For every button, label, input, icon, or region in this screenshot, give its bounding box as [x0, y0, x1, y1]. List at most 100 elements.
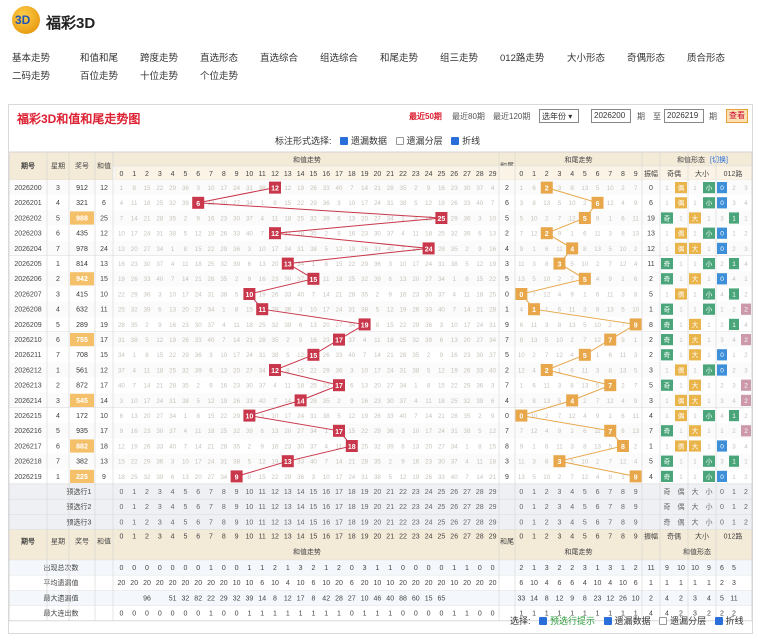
missing-value: 5 — [558, 200, 562, 207]
tail-cell: 3 — [505, 459, 509, 466]
stats-cell: 2 — [679, 595, 683, 602]
missing-value: 35 — [464, 413, 471, 420]
nav-link[interactable]: 质合形态 — [687, 50, 725, 64]
route-value: 0 — [720, 200, 724, 207]
nav-link[interactable]: 十位走势 — [140, 68, 178, 82]
missing-value: 5 — [596, 185, 600, 192]
missing-value: 7 — [222, 337, 226, 344]
query-button[interactable]: 查看 — [726, 109, 748, 123]
sum-col-label: 25 — [438, 171, 446, 178]
missing-value: 33 — [297, 459, 304, 466]
nav-link[interactable]: 组三走势 — [440, 50, 478, 64]
missing-value: 30 — [425, 291, 432, 298]
missing-data-checkbox[interactable] — [340, 137, 349, 145]
preselect-cell: 1 — [732, 519, 736, 526]
missing-value: 2 — [184, 215, 188, 222]
missing-value: 13 — [569, 322, 576, 329]
recent-50-link[interactable]: 最近50期 — [409, 111, 442, 122]
missing-value: 36 — [144, 291, 151, 298]
sum-cell: 6 — [102, 200, 106, 207]
recent-120-link[interactable]: 最近120期 — [493, 111, 530, 122]
stats-cell: 10 — [297, 580, 305, 587]
footer-missing-data-checkbox[interactable] — [603, 617, 612, 625]
amplitude-cell: 5 — [649, 383, 653, 390]
missing-value: 31 — [156, 231, 163, 238]
missing-value: 10 — [543, 276, 550, 283]
missing-value: 23 — [182, 322, 189, 329]
to-issue-input[interactable]: 2026219 — [664, 109, 704, 123]
stats-cell: 10 — [361, 595, 369, 602]
missing-layer-checkbox[interactable] — [395, 137, 404, 145]
nav-link[interactable]: 和值和尾 — [80, 50, 118, 64]
missing-value: 3 — [158, 291, 162, 298]
tail-col-label-bottom: 8 — [621, 534, 625, 541]
missing-value: 6 — [337, 215, 341, 222]
sum-col-label: 15 — [310, 171, 318, 178]
stats-cell: 1 — [324, 565, 328, 572]
preselect-cell: 5 — [183, 504, 187, 511]
recent-80-link[interactable]: 最近80期 — [452, 111, 485, 122]
sum-col-label-bottom: 14 — [297, 534, 305, 541]
preselect-cell: 6 — [596, 504, 600, 511]
missing-value: 29 — [464, 383, 471, 390]
missing-value: 21 — [246, 337, 253, 344]
missing-value: 8 — [570, 185, 574, 192]
missing-value: 39 — [425, 337, 432, 344]
sum-ball-text: 9 — [235, 474, 239, 481]
missing-value: 8 — [621, 231, 625, 238]
missing-value: 22 — [348, 261, 355, 268]
form-switch-link[interactable]: [切换] — [710, 155, 728, 164]
missing-value: 3 — [401, 428, 405, 435]
nav-link[interactable]: 个位走势 — [200, 68, 238, 82]
preselect-cell: 小 — [706, 502, 713, 511]
year-select[interactable]: 选年份 ▾ — [539, 109, 579, 123]
missing-value: 28 — [220, 443, 227, 450]
preselect-tip-checkbox[interactable] — [539, 617, 548, 625]
nav-link[interactable]: 基本走势 — [12, 50, 50, 64]
from-issue-input[interactable]: 2026200 — [591, 109, 631, 123]
missing-value: 13 — [310, 322, 317, 329]
nav-link[interactable]: 组选综合 — [320, 50, 358, 64]
stats-cell: 1 — [247, 611, 251, 618]
nav-link[interactable]: 直选形态 — [200, 50, 238, 64]
nav-link[interactable]: 直选综合 — [260, 50, 298, 64]
missing-value: 16 — [220, 383, 227, 390]
footer-polyline-checkbox[interactable] — [714, 617, 723, 625]
preselect-cell: 11 — [259, 504, 266, 511]
footer-missing-layer-checkbox[interactable] — [659, 617, 668, 625]
nav-link[interactable]: 二码走势 — [12, 68, 50, 82]
nav-link[interactable]: 百位走势 — [80, 68, 118, 82]
sum-trend-header-bottom: 和值走势 — [293, 547, 321, 556]
stats-cell: 11 — [730, 595, 737, 602]
missing-value: 28 — [169, 383, 176, 390]
preselect-cell: 7 — [608, 489, 612, 496]
missing-value: 3 — [720, 215, 724, 222]
missing-value: 25 — [361, 443, 368, 450]
preselect-cell: 9 — [235, 504, 239, 511]
tail-cell: 5 — [505, 352, 509, 359]
missing-value: 23 — [131, 261, 138, 268]
tail-col-label-bottom: 0 — [519, 534, 523, 541]
trend-table: 期号星期奖号和值和值走势和尾和尾走势和值形态[切换]01234567891011… — [9, 151, 753, 622]
preselect-cell: 17 — [335, 489, 343, 496]
sum-col-label-bottom: 25 — [438, 534, 446, 541]
missing-value: 35 — [451, 246, 458, 253]
route-value: 2 — [744, 307, 748, 314]
polyline-checkbox[interactable] — [451, 137, 460, 145]
missing-value: 22 — [451, 383, 458, 390]
sum-header: 和值 — [97, 161, 111, 170]
nav-link[interactable]: 和尾走势 — [380, 50, 418, 64]
missing-value: 38 — [464, 428, 471, 435]
missing-value: 37 — [451, 459, 458, 466]
missing-value: 27 — [336, 322, 343, 329]
tail-cell: 3 — [505, 261, 509, 268]
nav-link[interactable]: 012路走势 — [500, 50, 544, 64]
nav-link[interactable]: 跨度走势 — [140, 50, 178, 64]
stats-cell: 0 — [145, 611, 149, 618]
missing-value: 12 — [208, 398, 215, 405]
stats-cell: 33 — [517, 595, 525, 602]
nav-link[interactable]: 大小形态 — [567, 50, 605, 64]
nav-link[interactable]: 奇偶形态 — [627, 50, 665, 64]
issue-cell: 2026210 — [14, 337, 41, 344]
missing-value: 37 — [387, 231, 394, 238]
